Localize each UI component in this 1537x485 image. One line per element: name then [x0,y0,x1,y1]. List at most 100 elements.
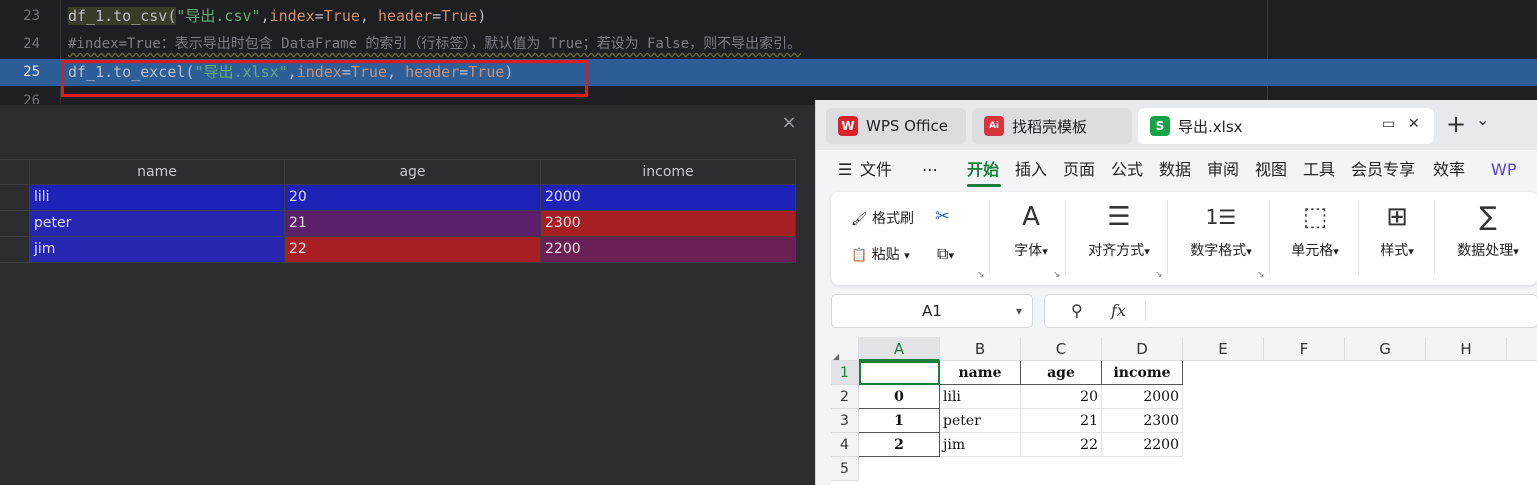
table-cell[interactable]: 20 [285,185,541,211]
menu-efficiency[interactable]: 效率 [1433,158,1465,182]
column-header-age[interactable]: age [285,159,541,185]
column-header-G[interactable]: G [1345,337,1426,361]
dialog-launcher-icon[interactable]: ↘ [1257,270,1265,280]
column-header-H[interactable]: H [1426,337,1507,361]
row-header-5[interactable]: 5 [831,457,859,481]
button-label: 数据处理 [1457,243,1514,259]
column-header-E[interactable]: E [1183,337,1264,361]
code-line-23[interactable]: 23 df_1.to_csv("导出.csv",index=True, head… [0,3,1537,30]
table-cell[interactable]: 22 [285,237,541,263]
chevron-down-icon: ▾ [1144,245,1150,258]
cell-button[interactable]: ⬚ 单元格▾ [1279,202,1351,260]
copy-button[interactable]: ⧉▾ [937,244,954,264]
wps-logo-icon: W [838,116,858,136]
cell-C1[interactable]: age [1021,361,1102,385]
cell-D2[interactable]: 2000 [1102,385,1183,409]
cell-D4[interactable]: 2200 [1102,433,1183,457]
table-cell[interactable]: 2300 [541,211,796,237]
menu-wps-ai[interactable]: WP [1491,158,1516,182]
cell-B4[interactable]: jim [940,433,1021,457]
row-header-4[interactable]: 4 [831,433,859,457]
tab-export-xlsx[interactable]: S 导出.xlsx ▭ ✕ [1138,108,1434,144]
cell-D3[interactable]: 2300 [1102,409,1183,433]
table-row[interactable]: lili 20 2000 [0,185,796,211]
font-button[interactable]: A 字体▾ [1003,202,1059,260]
wps-tabbar: W WPS Office Ai 找稻壳模板 S 导出.xlsx ▭ ✕ + ⌄ [816,100,1537,150]
wps-menubar: ☰ 文件 ⋯ 开始 插入 页面 公式 数据 审阅 视图 工具 会员专享 效率 W… [816,150,1537,190]
menu-data[interactable]: 数据 [1159,158,1191,182]
monitor-icon[interactable]: ▭ [1382,116,1395,132]
menu-formula[interactable]: 公式 [1111,158,1143,182]
menu-member[interactable]: 会员专享 [1351,158,1415,182]
number-format-button[interactable]: 1☰ 数字格式▾ [1177,202,1265,260]
plus-icon[interactable]: + [1446,110,1466,138]
dialog-launcher-icon[interactable]: ↘ [1155,270,1163,280]
code-line-24[interactable]: 24 #index=True：表示导出时包含 DataFrame 的索引（行标签… [0,31,1537,58]
format-painter-button[interactable]: 🖌 格式刷 [851,208,914,228]
close-icon[interactable]: × [778,112,800,134]
column-header-F[interactable]: F [1264,337,1345,361]
style-button[interactable]: ⊞ 样式▾ [1367,202,1427,260]
menu-review[interactable]: 审阅 [1207,158,1239,182]
formula-input[interactable]: ⚲ fx [1044,294,1537,328]
close-icon[interactable]: ✕ [1408,116,1420,132]
fx-icon[interactable]: fx [1111,301,1126,320]
column-header-C[interactable]: C [1021,337,1102,361]
menu-icon[interactable]: ☰ [838,158,852,182]
more-icon[interactable]: ⋯ [922,158,938,182]
tab-template[interactable]: Ai 找稻壳模板 [972,108,1132,144]
alignment-button[interactable]: ☰ 对齐方式▾ [1075,202,1163,260]
table-cell[interactable]: 21 [285,211,541,237]
line-number: 26 [23,93,40,104]
menu-insert[interactable]: 插入 [1015,158,1047,182]
dialog-launcher-icon[interactable]: ↘ [977,270,985,280]
cell-B2[interactable]: lili [940,385,1021,409]
table-cell[interactable]: jim [30,237,285,263]
cell-A1[interactable] [859,361,940,385]
cell-C3[interactable]: 21 [1021,409,1102,433]
cell-A2[interactable]: 0 [859,385,940,409]
row-header-3[interactable]: 3 [831,409,859,433]
column-header-income[interactable]: income [541,159,796,185]
column-header-B[interactable]: B [940,337,1021,361]
chevron-down-icon[interactable]: ▾ [1016,295,1022,327]
column-header-D[interactable]: D [1102,337,1183,361]
code-editor[interactable]: 23 df_1.to_csv("导出.csv",index=True, head… [0,0,1537,104]
cut-icon[interactable]: ✂ [935,206,950,227]
name-box[interactable]: A1 ▾ [831,294,1033,328]
menu-file[interactable]: 文件 [860,158,892,182]
spreadsheet-grid[interactable]: ◢ A B C D E F G H 1 2 3 4 5 name age inc… [831,337,1537,485]
menu-page[interactable]: 页面 [1063,158,1095,182]
menu-home[interactable]: 开始 [967,158,999,182]
dialog-launcher-icon[interactable]: ↘ [1053,270,1061,280]
column-header-A[interactable]: A [859,337,940,361]
table-cell[interactable]: 2000 [541,185,796,211]
cell-A4[interactable]: 2 [859,433,940,457]
column-header-name[interactable]: name [30,159,285,185]
paste-button[interactable]: 📋 粘贴 ▾ [851,244,910,264]
cell-A3[interactable]: 1 [859,409,940,433]
code-text[interactable]: df_1.to_csv("导出.csv",index=True, header=… [68,3,486,30]
select-all-corner[interactable]: ◢ [831,337,859,361]
table-cell[interactable]: peter [30,211,285,237]
row-header-2[interactable]: 2 [831,385,859,409]
button-label: 数字格式 [1190,243,1247,259]
menu-view[interactable]: 视图 [1255,158,1287,182]
code-token: ) [477,7,487,25]
cell-B1[interactable]: name [940,361,1021,385]
table-row[interactable]: peter 21 2300 [0,211,796,237]
cell-B3[interactable]: peter [940,409,1021,433]
menu-tools[interactable]: 工具 [1303,158,1335,182]
cell-D1[interactable]: income [1102,361,1183,385]
data-process-button[interactable]: ∑ 数据处理▾ [1443,202,1533,260]
chevron-down-icon[interactable]: ⌄ [1476,110,1489,129]
row-header-1[interactable]: 1 [831,361,859,385]
table-row[interactable]: jim 22 2200 [0,237,796,263]
cell-C2[interactable]: 20 [1021,385,1102,409]
zoom-icon[interactable]: ⚲ [1071,301,1083,320]
tab-wps-office[interactable]: W WPS Office [826,108,966,144]
table-cell[interactable]: lili [30,185,285,211]
table-cell[interactable]: 2200 [541,237,796,263]
cell-C4[interactable]: 22 [1021,433,1102,457]
code-comment[interactable]: #index=True：表示导出时包含 DataFrame 的索引（行标签），默… [68,31,801,58]
